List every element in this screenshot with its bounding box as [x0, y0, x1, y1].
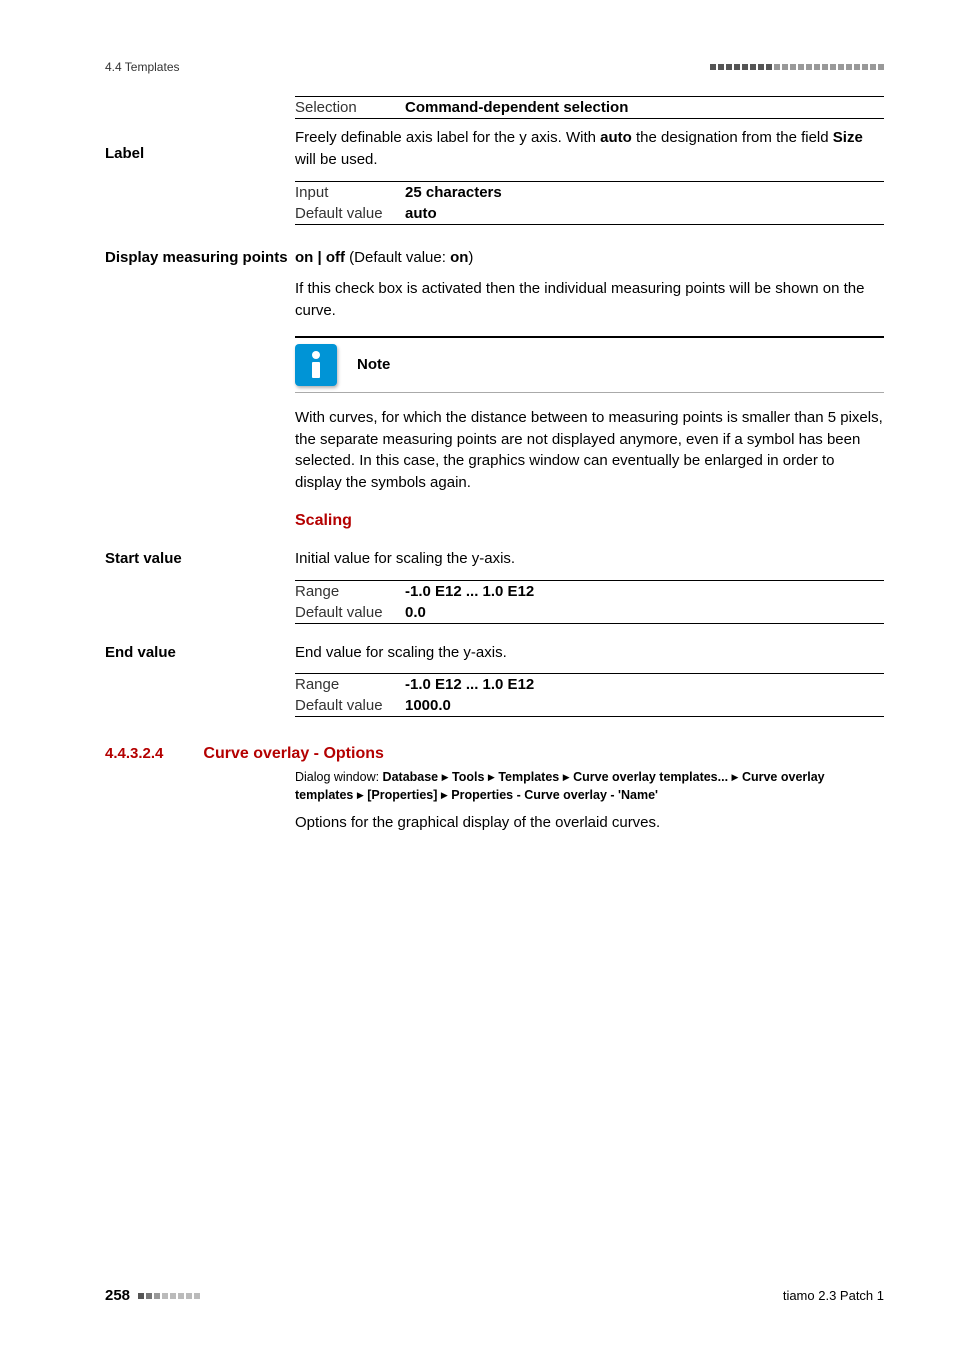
- curve-overlay-heading: 4.4.3.2.4 Curve overlay - Options: [105, 745, 884, 763]
- display-points-section: Display measuring points on | off (Defau…: [105, 247, 884, 530]
- header-decoration: [710, 64, 884, 70]
- note-label: Note: [357, 356, 390, 373]
- end-value-section: End value End value for scaling the y-ax…: [105, 642, 884, 718]
- curve-overlay-body: Dialog window: Database ▶ Tools ▶ Templa…: [295, 769, 884, 834]
- start-range-row: Range -1.0 E12 ... 1.0 E12: [295, 581, 884, 602]
- start-value-section: Start value Initial value for scaling th…: [105, 548, 884, 624]
- end-value-description: End value for scaling the y-axis.: [295, 642, 884, 664]
- page-number: 258: [105, 1287, 130, 1304]
- label-section: Label Freely definable axis label for th…: [105, 127, 884, 225]
- end-value-side-heading: End value: [105, 644, 285, 661]
- info-icon: [295, 344, 337, 386]
- label-input-row: Input 25 characters: [295, 182, 884, 203]
- start-value-side-heading: Start value: [105, 550, 285, 567]
- selection-label: Selection: [295, 99, 405, 116]
- note-header: Note: [295, 336, 884, 393]
- label-side-heading: Label: [105, 145, 285, 162]
- footer-decoration: [138, 1293, 200, 1299]
- note-body: With curves, for which the distance betw…: [295, 407, 884, 494]
- curve-overlay-number: 4.4.3.2.4: [105, 745, 163, 762]
- header-section-ref: 4.4 Templates: [105, 60, 180, 74]
- scaling-heading: Scaling: [295, 512, 884, 530]
- display-points-toggle: on | off (Default value: on): [295, 247, 884, 269]
- page-footer: 258 tiamo 2.3 Patch 1: [105, 1287, 884, 1304]
- selection-block: Selection Command-dependent selection: [295, 96, 884, 119]
- end-default-row: Default value 1000.0: [295, 695, 884, 716]
- curve-overlay-title: Curve overlay - Options: [203, 745, 384, 763]
- curve-overlay-description: Options for the graphical display of the…: [295, 812, 884, 834]
- page: 4.4 Templates Selection Command-dependen…: [0, 0, 954, 1350]
- curve-overlay-path: Dialog window: Database ▶ Tools ▶ Templa…: [295, 769, 884, 804]
- selection-value: Command-dependent selection: [405, 99, 884, 116]
- label-description: Freely definable axis label for the y ax…: [295, 127, 884, 171]
- end-range-row: Range -1.0 E12 ... 1.0 E12: [295, 674, 884, 695]
- display-points-description: If this check box is activated then the …: [295, 278, 884, 322]
- footer-left: 258: [105, 1287, 200, 1304]
- start-value-description: Initial value for scaling the y-axis.: [295, 548, 884, 570]
- start-default-row: Default value 0.0: [295, 602, 884, 623]
- page-header: 4.4 Templates: [105, 60, 884, 74]
- footer-product: tiamo 2.3 Patch 1: [783, 1288, 884, 1303]
- selection-row: Selection Command-dependent selection: [295, 97, 884, 118]
- label-default-row: Default value auto: [295, 203, 884, 224]
